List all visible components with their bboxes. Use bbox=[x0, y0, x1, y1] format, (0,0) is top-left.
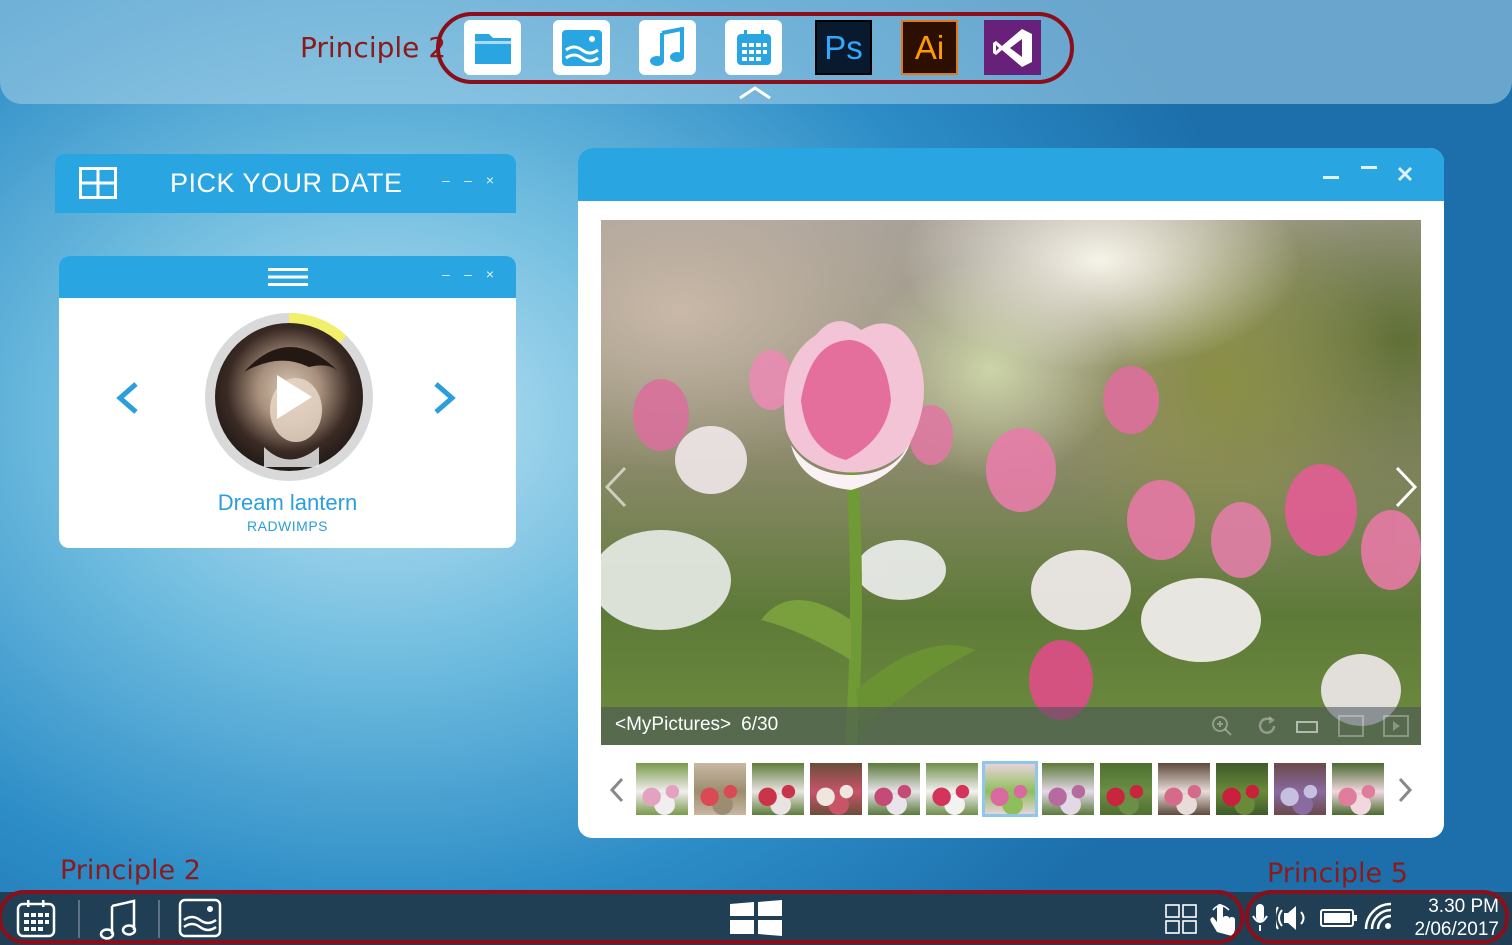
dock-music-app[interactable] bbox=[639, 20, 696, 75]
artist-name: RADWIMPS bbox=[247, 518, 328, 534]
photoshop-icon: Ps bbox=[824, 28, 863, 66]
annotation-ring-system-tray bbox=[1245, 890, 1509, 944]
slideshow-icon[interactable] bbox=[1383, 715, 1409, 737]
close-button[interactable]: × bbox=[484, 172, 496, 188]
photo-thumbnail[interactable] bbox=[982, 761, 1038, 817]
photo-thumbnail[interactable] bbox=[752, 763, 804, 815]
photo-thumbnail[interactable] bbox=[1216, 763, 1268, 815]
restore-button[interactable]: – bbox=[462, 172, 474, 188]
photo-thumbnail[interactable] bbox=[1100, 763, 1152, 815]
photo-thumbnail[interactable] bbox=[1042, 763, 1094, 815]
next-photo-icon[interactable] bbox=[1393, 465, 1419, 509]
image-icon bbox=[561, 29, 602, 66]
music-widget-controls: – – × bbox=[440, 266, 496, 282]
tulip-photo-image bbox=[601, 321, 1421, 745]
dock-calendar-app[interactable] bbox=[725, 20, 782, 75]
dock-visual-studio-app[interactable] bbox=[984, 20, 1041, 75]
zoom-in-icon[interactable] bbox=[1211, 715, 1233, 737]
album-name: <MyPictures> bbox=[615, 714, 732, 735]
calendar-icon bbox=[736, 29, 771, 65]
minimize-button[interactable]: – bbox=[440, 266, 452, 282]
dock-photos-app[interactable] bbox=[553, 20, 610, 75]
visual-studio-icon bbox=[992, 28, 1032, 67]
next-track-icon[interactable] bbox=[432, 381, 458, 415]
photo-thumbnail[interactable] bbox=[926, 763, 978, 815]
annotation-principle-bottom-left: Principle 2 bbox=[60, 855, 201, 886]
annotation-principle-top: Principle 2 bbox=[300, 31, 447, 64]
photo-viewer-header bbox=[578, 148, 1444, 201]
photo-caption-bar: <MyPictures> 6/30 bbox=[601, 707, 1421, 745]
rotate-icon[interactable] bbox=[1256, 715, 1278, 737]
hamburger-menu-icon[interactable] bbox=[268, 267, 308, 287]
taskbar: 3.30 PM 2/06/2017 bbox=[0, 890, 1512, 945]
restore-button[interactable]: – bbox=[462, 266, 474, 282]
thumbs-next-icon[interactable] bbox=[1396, 776, 1414, 804]
annotation-ring-taskbar bbox=[0, 890, 1244, 944]
fit-screen-icon[interactable] bbox=[1296, 719, 1318, 735]
music-widget: – – × Dream lantern RADWIMPS bbox=[59, 256, 516, 548]
annotation-principle-bottom-right: Principle 5 bbox=[1267, 858, 1408, 889]
music-note-icon bbox=[649, 26, 684, 66]
previous-photo-icon[interactable] bbox=[603, 465, 629, 509]
photo-thumbnail[interactable] bbox=[1158, 763, 1210, 815]
photo-caption: <MyPictures> 6/30 bbox=[615, 714, 778, 736]
minimize-button[interactable] bbox=[1322, 170, 1340, 180]
date-widget-controls: – – × bbox=[440, 172, 496, 188]
restore-button[interactable] bbox=[1360, 164, 1378, 174]
folder-icon bbox=[474, 33, 511, 64]
dock-photoshop-app[interactable]: Ps bbox=[815, 20, 872, 75]
close-button[interactable] bbox=[1397, 166, 1413, 182]
previous-track-icon[interactable] bbox=[114, 381, 140, 415]
illustrator-icon: Ai bbox=[914, 28, 945, 66]
date-widget-header: PICK YOUR DATE – – × bbox=[55, 154, 516, 213]
photo-thumbnail[interactable] bbox=[1332, 763, 1384, 815]
thumbnail-strip bbox=[636, 761, 1384, 817]
photo-thumbnail[interactable] bbox=[1274, 763, 1326, 815]
song-title: Dream lantern bbox=[217, 490, 358, 515]
fullscreen-icon[interactable] bbox=[1338, 715, 1364, 737]
dock-illustrator-app[interactable]: Ai bbox=[901, 20, 958, 75]
grid-icon[interactable] bbox=[79, 167, 117, 199]
dock-folder-app[interactable] bbox=[464, 20, 521, 75]
photo-counter: 6/30 bbox=[741, 714, 779, 735]
photo-viewer-window: <MyPictures> 6/30 bbox=[578, 148, 1444, 838]
music-widget-header: – – × bbox=[59, 256, 516, 298]
main-photo[interactable]: <MyPictures> 6/30 bbox=[601, 220, 1421, 745]
close-button[interactable]: × bbox=[484, 266, 496, 282]
date-widget-title: PICK YOUR DATE bbox=[170, 168, 403, 198]
photo-thumbnail[interactable] bbox=[868, 763, 920, 815]
thumbs-previous-icon[interactable] bbox=[608, 776, 626, 804]
photo-thumbnail[interactable] bbox=[636, 763, 688, 815]
minimize-button[interactable]: – bbox=[440, 172, 452, 188]
photo-thumbnail[interactable] bbox=[810, 763, 862, 815]
photo-thumbnail[interactable] bbox=[694, 763, 746, 815]
album-art-player[interactable] bbox=[204, 312, 374, 482]
dock-collapse-chevron-icon[interactable] bbox=[738, 86, 772, 100]
